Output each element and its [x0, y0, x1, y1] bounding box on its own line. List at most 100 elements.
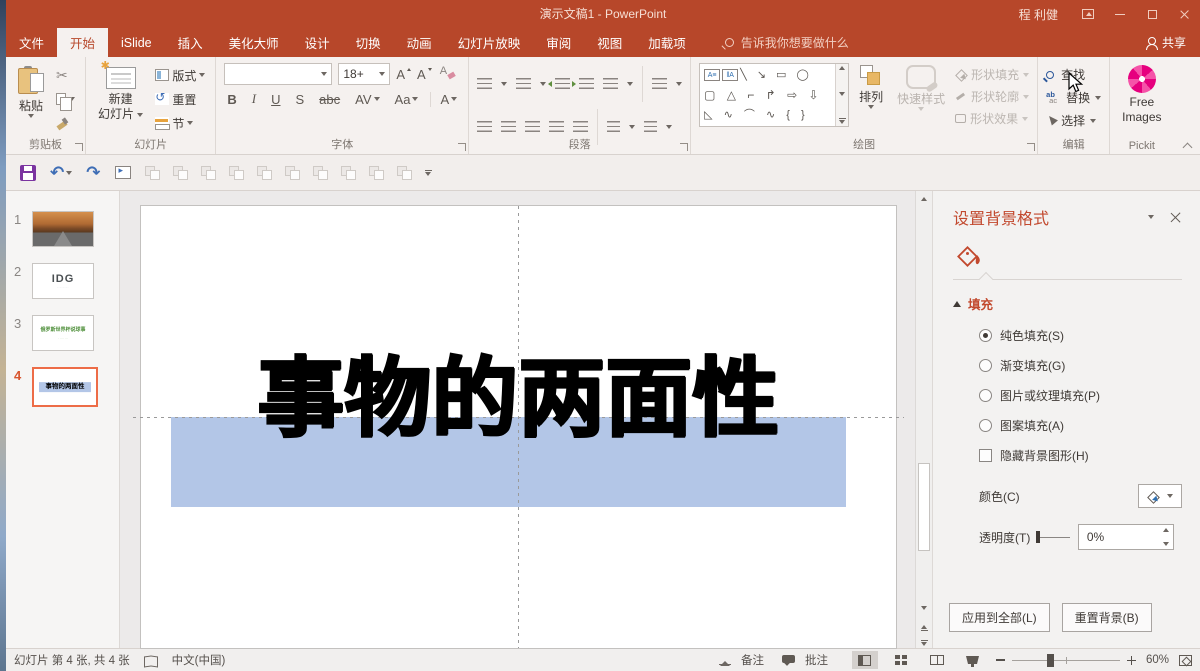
align-tool-1[interactable] [145, 166, 159, 179]
align-tool-2[interactable] [173, 166, 187, 179]
character-spacing-button[interactable]: AV [352, 92, 382, 107]
align-tool-4[interactable] [229, 166, 243, 179]
columns-button[interactable] [607, 121, 620, 133]
shapes-gallery-scrollbar[interactable] [835, 64, 848, 126]
layout-button[interactable]: 版式 [153, 65, 207, 85]
collapse-ribbon-button[interactable] [1184, 142, 1192, 150]
shape-icons-row3[interactable] [704, 110, 809, 121]
find-button[interactable]: 查找 [1046, 66, 1101, 83]
bring-front-tool[interactable] [369, 166, 383, 179]
replace-button[interactable]: 替换 [1046, 89, 1101, 106]
slide-thumbnail-2[interactable]: IDG········ [32, 263, 94, 299]
apply-to-all-button[interactable]: 应用到全部(L) [949, 603, 1050, 632]
arrange-button[interactable]: 排列 [855, 63, 887, 136]
ribbon-display-options-button[interactable] [1072, 0, 1104, 28]
color-picker-button[interactable] [1138, 484, 1182, 508]
tab-design[interactable]: 设计 [292, 28, 343, 57]
shape-fill-button[interactable]: 形状填充 [955, 66, 1029, 83]
section-button[interactable]: 节 [153, 113, 207, 133]
bullets-button[interactable] [477, 78, 492, 90]
tab-meihua[interactable]: 美化大师 [216, 28, 292, 57]
qat-overflow-button[interactable] [425, 170, 432, 176]
next-slide-button[interactable] [921, 640, 928, 646]
send-back-tool[interactable] [397, 166, 411, 179]
shape-effects-button[interactable]: 形状效果 [955, 110, 1029, 127]
shape-outline-button[interactable]: 形状轮廓 [955, 88, 1029, 105]
spin-down-icon[interactable] [1163, 542, 1169, 546]
reset-background-button[interactable]: 重置背景(B) [1062, 603, 1152, 632]
slide-thumbnail-1[interactable] [32, 211, 94, 247]
undo-button[interactable] [50, 163, 72, 183]
option-solid-fill[interactable]: 纯色填充(S) [979, 327, 1182, 344]
decrease-font-button[interactable]: A [417, 67, 432, 82]
tab-transitions[interactable]: 切换 [343, 28, 394, 57]
radio-picture-fill[interactable] [979, 389, 992, 402]
increase-indent-button[interactable] [579, 78, 594, 90]
tell-me-search[interactable]: 告诉我你想要做什么 [725, 28, 849, 57]
shapes-more-icon[interactable] [839, 118, 846, 124]
start-slideshow-button[interactable] [115, 166, 131, 179]
checkbox-hide-background[interactable] [979, 449, 992, 462]
copy-button[interactable] [54, 89, 77, 109]
distribute-button[interactable] [573, 121, 588, 133]
radio-pattern-fill[interactable] [979, 419, 992, 432]
fill-section-header[interactable]: 填充 [953, 294, 1182, 313]
align-right-button[interactable] [525, 121, 540, 133]
free-images-button[interactable]: Free Images [1118, 63, 1165, 136]
scroll-up-button[interactable] [916, 191, 932, 207]
option-hide-background[interactable]: 隐藏背景图形(H) [979, 447, 1182, 464]
notes-toggle[interactable]: 备注 [741, 652, 764, 668]
strikethrough-button[interactable]: abc [316, 92, 343, 107]
tab-slideshow[interactable]: 幻灯片放映 [445, 28, 534, 57]
tab-file[interactable]: 文件 [6, 28, 57, 57]
new-slide-button[interactable]: 新建 幻灯片 [94, 63, 147, 136]
tab-islide[interactable]: iSlide [108, 28, 165, 57]
line-spacing-button[interactable] [603, 78, 618, 90]
reading-view-button[interactable] [924, 651, 950, 669]
vertical-textbox-icon[interactable]: ‖A [722, 69, 738, 81]
font-size-combo[interactable]: 18+ [338, 63, 390, 85]
font-dialog-launcher[interactable] [458, 143, 466, 151]
group-tool[interactable] [257, 166, 271, 179]
close-button[interactable] [1168, 0, 1200, 28]
language-indicator[interactable]: 中文(中国) [172, 652, 226, 668]
tab-addins[interactable]: 加载项 [635, 28, 699, 57]
option-pattern-fill[interactable]: 图案填充(A) [979, 417, 1182, 434]
slide-sorter-button[interactable] [888, 651, 914, 669]
maximize-button[interactable] [1136, 0, 1168, 28]
normal-view-button[interactable] [852, 651, 878, 669]
format-painter-button[interactable] [54, 113, 77, 133]
slide-thumbnail-3[interactable]: 俄罗斯世界杯说球事· ··· · ··· [32, 315, 94, 351]
vertical-scrollbar[interactable] [915, 191, 932, 648]
bring-forward-tool[interactable] [313, 166, 327, 179]
reset-button[interactable]: 重置 [153, 89, 207, 109]
spellcheck-icon[interactable] [144, 655, 158, 666]
font-name-combo[interactable] [224, 63, 332, 85]
tab-insert[interactable]: 插入 [165, 28, 216, 57]
align-center-button[interactable] [501, 121, 516, 133]
slide-title-text[interactable]: 事物的两面性 [141, 350, 896, 449]
select-button[interactable]: 选择 [1046, 112, 1101, 129]
zoom-slider-track[interactable] [1012, 660, 1120, 661]
smartart-convert-button[interactable] [644, 121, 657, 133]
save-button[interactable] [20, 165, 36, 181]
clipboard-dialog-launcher[interactable] [75, 143, 83, 151]
italic-button[interactable]: I [249, 91, 259, 107]
panel-menu-caret[interactable] [1148, 215, 1154, 219]
fit-to-window-button[interactable] [1179, 655, 1192, 666]
change-case-button[interactable]: Aa [392, 92, 422, 107]
transparency-spinbox[interactable]: 0% [1078, 524, 1174, 550]
justify-button[interactable] [549, 121, 564, 133]
shapes-gallery[interactable]: A≡‖A [699, 63, 849, 127]
rotate-tool[interactable] [285, 166, 299, 179]
align-tool-3[interactable] [201, 166, 215, 179]
shape-icons-row2[interactable] [704, 89, 822, 102]
shadow-button[interactable]: S [293, 92, 308, 107]
increase-font-button[interactable]: A [396, 67, 411, 82]
previous-slide-button[interactable] [921, 625, 928, 631]
paragraph-dialog-launcher[interactable] [680, 143, 688, 151]
minimize-button[interactable] [1104, 0, 1136, 28]
zoom-out-button[interactable] [996, 659, 1005, 660]
slideshow-view-button[interactable] [960, 651, 986, 669]
cut-button[interactable] [54, 65, 77, 85]
